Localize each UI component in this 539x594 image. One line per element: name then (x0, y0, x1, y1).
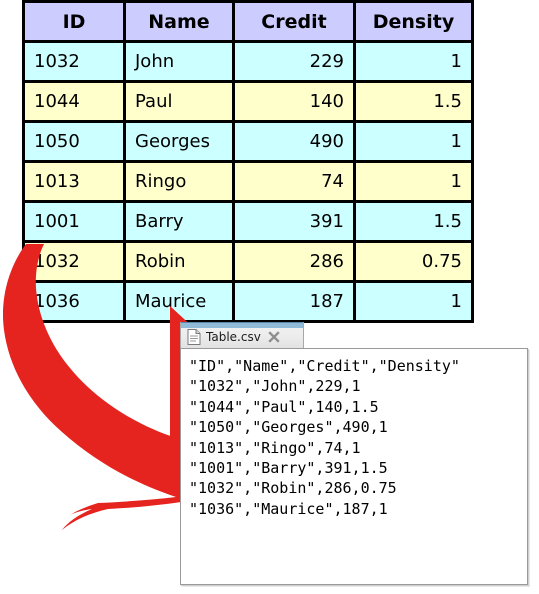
cell-name[interactable]: John (123, 40, 235, 83)
cell-id[interactable]: 1036 (22, 280, 126, 323)
csv-tab-strip: Table.csv (180, 322, 304, 348)
tab-label: Table.csv (206, 330, 261, 344)
csv-viewer-window[interactable]: Table.csv "ID","Name","Credit","Density"… (180, 322, 528, 585)
cell-credit[interactable]: 140 (232, 80, 356, 123)
cell-name[interactable]: Ringo (123, 160, 235, 203)
cell-density[interactable]: 1 (353, 280, 474, 323)
cell-id[interactable]: 1032 (22, 240, 126, 283)
cell-density[interactable]: 0.75 (353, 240, 474, 283)
table-row[interactable]: 1032 Robin 286 0.75 (22, 240, 474, 283)
csv-file-content[interactable]: "ID","Name","Credit","Density" "1032","J… (181, 349, 527, 519)
cell-name[interactable]: Georges (123, 120, 235, 163)
cell-credit[interactable]: 74 (232, 160, 356, 203)
cell-credit[interactable]: 490 (232, 120, 356, 163)
close-icon[interactable] (268, 331, 280, 343)
cell-credit[interactable]: 391 (232, 200, 356, 243)
cell-density[interactable]: 1 (353, 160, 474, 203)
table-row[interactable]: 1001 Barry 391 1.5 (22, 200, 474, 243)
cell-name[interactable]: Barry (123, 200, 235, 243)
table-row[interactable]: 1032 John 229 1 (22, 40, 474, 83)
table-row[interactable]: 1036 Maurice 187 1 (22, 280, 474, 323)
tab-active-accent-bar (181, 322, 303, 328)
column-header-credit[interactable]: Credit (232, 0, 356, 43)
column-header-id[interactable]: ID (22, 0, 126, 43)
cell-id[interactable]: 1032 (22, 40, 126, 83)
cell-density[interactable]: 1 (353, 40, 474, 83)
cell-credit[interactable]: 286 (232, 240, 356, 283)
cell-id[interactable]: 1001 (22, 200, 126, 243)
csv-text-area-panel[interactable]: "ID","Name","Credit","Density" "1032","J… (180, 348, 528, 585)
cell-density[interactable]: 1 (353, 120, 474, 163)
tab-table-csv[interactable]: Table.csv (180, 322, 304, 348)
table-row[interactable]: 1050 Georges 490 1 (22, 120, 474, 163)
cell-density[interactable]: 1.5 (353, 80, 474, 123)
cell-density[interactable]: 1.5 (353, 200, 474, 243)
cell-name[interactable]: Paul (123, 80, 235, 123)
cell-id[interactable]: 1013 (22, 160, 126, 203)
cell-credit[interactable]: 229 (232, 40, 356, 83)
column-header-name[interactable]: Name (123, 0, 235, 43)
spreadsheet-table: ID Name Credit Density 1032 John 229 1 1… (22, 0, 474, 323)
column-header-density[interactable]: Density (353, 0, 474, 43)
cell-id[interactable]: 1050 (22, 120, 126, 163)
cell-name[interactable]: Robin (123, 240, 235, 283)
table-header-row: ID Name Credit Density (22, 0, 474, 43)
cell-id[interactable]: 1044 (22, 80, 126, 123)
spreadsheet-table-container: ID Name Credit Density 1032 John 229 1 1… (22, 0, 474, 323)
cell-credit[interactable]: 187 (232, 280, 356, 323)
cell-name[interactable]: Maurice (123, 280, 235, 323)
document-icon (187, 329, 201, 345)
table-row[interactable]: 1013 Ringo 74 1 (22, 160, 474, 203)
table-row[interactable]: 1044 Paul 140 1.5 (22, 80, 474, 123)
